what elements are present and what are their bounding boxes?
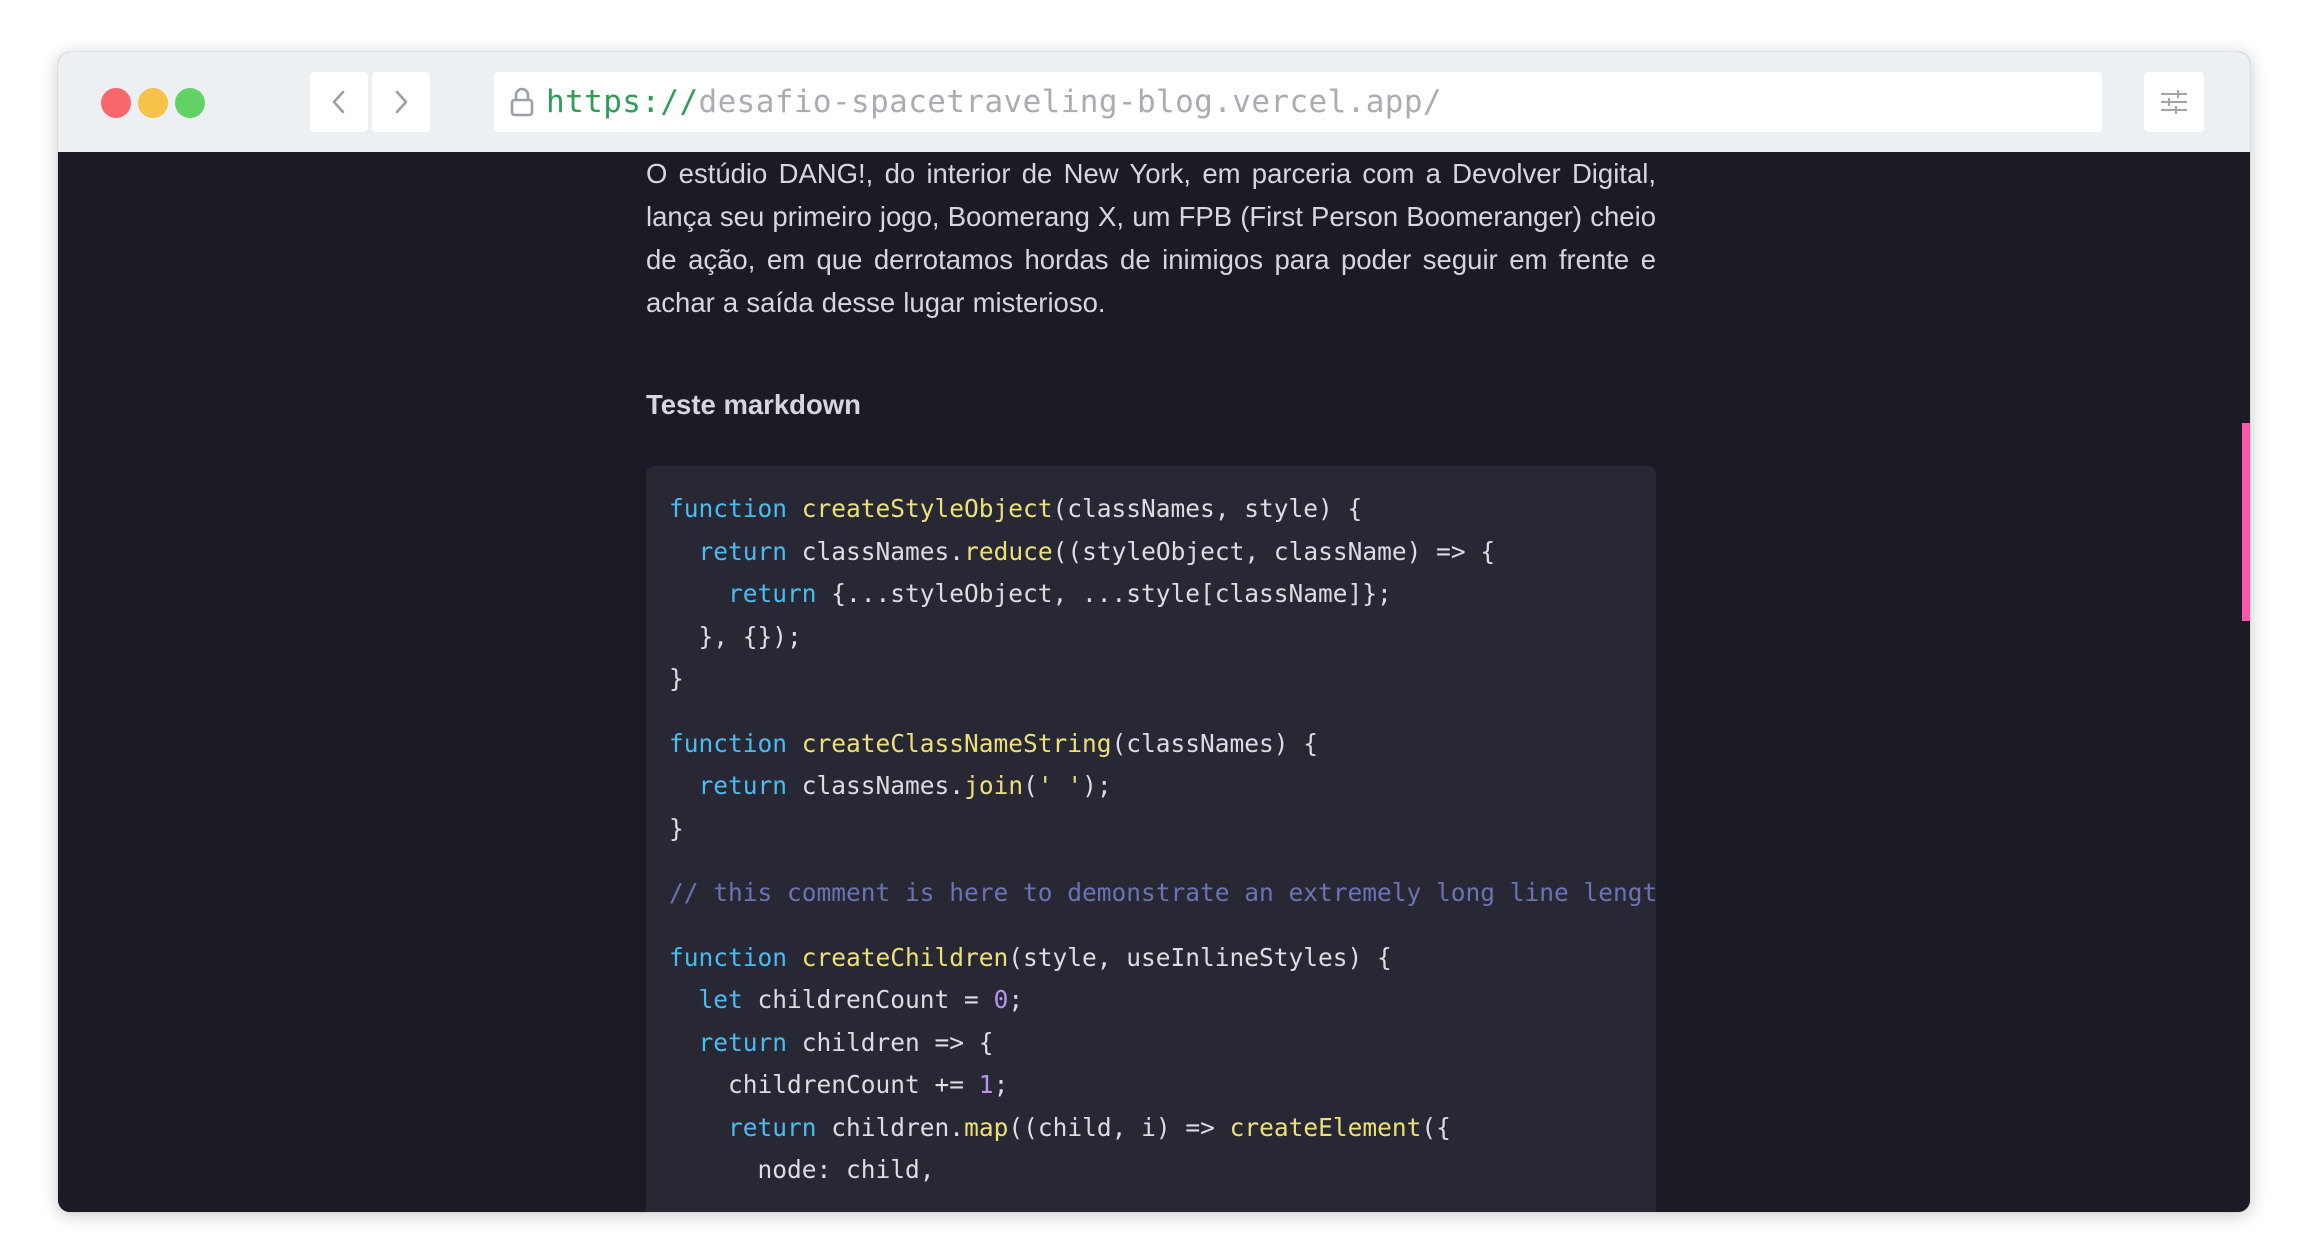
- code-token: ((child, i) =>: [1008, 1112, 1215, 1142]
- browser-toolbar: https://desafio-spacetraveling-blog.verc…: [58, 52, 2250, 152]
- code-token: classNames.: [801, 536, 965, 566]
- section-heading: Teste markdown: [646, 389, 861, 420]
- code-token: return: [698, 536, 788, 566]
- minimize-window-button[interactable]: [138, 88, 168, 118]
- code-token: createChildren: [801, 942, 1009, 972]
- code-token: function: [669, 494, 788, 523]
- code-token: createElement: [1229, 1112, 1422, 1142]
- browser-window: https://desafio-spacetraveling-blog.verc…: [58, 52, 2250, 1212]
- back-arrow-icon: [332, 90, 345, 114]
- code-token: let: [698, 985, 743, 1014]
- sliders-icon: [2161, 90, 2187, 114]
- code-token: join: [964, 771, 1024, 800]
- code-block: function createStyleObject(classNames, s…: [646, 466, 1656, 1212]
- code-token: ;: [993, 1070, 1009, 1099]
- code-token: );: [1082, 771, 1112, 800]
- address-bar[interactable]: https://desafio-spacetraveling-blog.verc…: [494, 72, 2102, 132]
- code-text: function createStyleObject(classNames, s…: [669, 488, 1656, 1192]
- url-scheme: https://: [546, 84, 699, 120]
- code-token: }, {});: [698, 621, 802, 651]
- code-token: function: [669, 942, 788, 972]
- code-token: {...styleObject, ...style[className]};: [831, 579, 1392, 608]
- code-token: ;: [1008, 985, 1024, 1014]
- code-token: classNames.: [801, 771, 965, 800]
- code-token: childrenCount +=: [728, 1070, 965, 1099]
- code-token: createClassNameString: [801, 728, 1112, 758]
- code-token: node: child,: [757, 1155, 935, 1184]
- code-token: }: [669, 813, 684, 843]
- code-token: return: [728, 579, 817, 608]
- url-text: https://desafio-spacetraveling-blog.verc…: [546, 72, 1442, 132]
- code-token: children => {: [801, 1027, 994, 1057]
- intro-paragraph: O estúdio DANG!, do interior de New York…: [646, 158, 1656, 318]
- code-token: return: [698, 1027, 788, 1057]
- back-button[interactable]: [310, 72, 368, 132]
- code-token: map: [964, 1112, 1009, 1142]
- code-token: 1: [978, 1070, 994, 1099]
- page-content: O estúdio DANG!, do interior de New York…: [58, 152, 2250, 1212]
- code-token: (style, useInlineStyles) {: [1008, 942, 1392, 972]
- code-token: children.: [831, 1112, 965, 1142]
- code-token: createStyleObject: [801, 494, 1053, 523]
- article: O estúdio DANG!, do interior de New York…: [646, 152, 1656, 1212]
- code-token: (: [1023, 771, 1038, 800]
- code-token: (classNames) {: [1111, 728, 1319, 758]
- url-host: desafio-spacetraveling-blog.vercel.app/: [698, 84, 1442, 120]
- forward-button[interactable]: [372, 72, 430, 132]
- scrollbar-thumb[interactable]: [2242, 423, 2250, 621]
- code-token: function: [669, 728, 788, 758]
- forward-arrow-icon: [395, 90, 408, 114]
- code-token: ' ': [1037, 771, 1083, 800]
- maximize-window-button[interactable]: [175, 88, 205, 118]
- code-token: childrenCount =: [757, 985, 979, 1014]
- lock-icon: [510, 87, 534, 117]
- code-token: return: [698, 771, 788, 800]
- code-token: }: [669, 664, 684, 693]
- code-comment: // this comment is here to demonstrate a…: [669, 878, 1656, 907]
- code-token: ({: [1421, 1112, 1451, 1142]
- code-token: ((styleObject, className) => {: [1052, 536, 1496, 566]
- code-token: 0: [993, 985, 1009, 1014]
- code-token: (classNames, style) {: [1052, 494, 1363, 523]
- code-token: return: [728, 1112, 817, 1142]
- close-window-button[interactable]: [101, 88, 131, 118]
- code-token: reduce: [964, 536, 1053, 566]
- settings-button[interactable]: [2144, 72, 2204, 132]
